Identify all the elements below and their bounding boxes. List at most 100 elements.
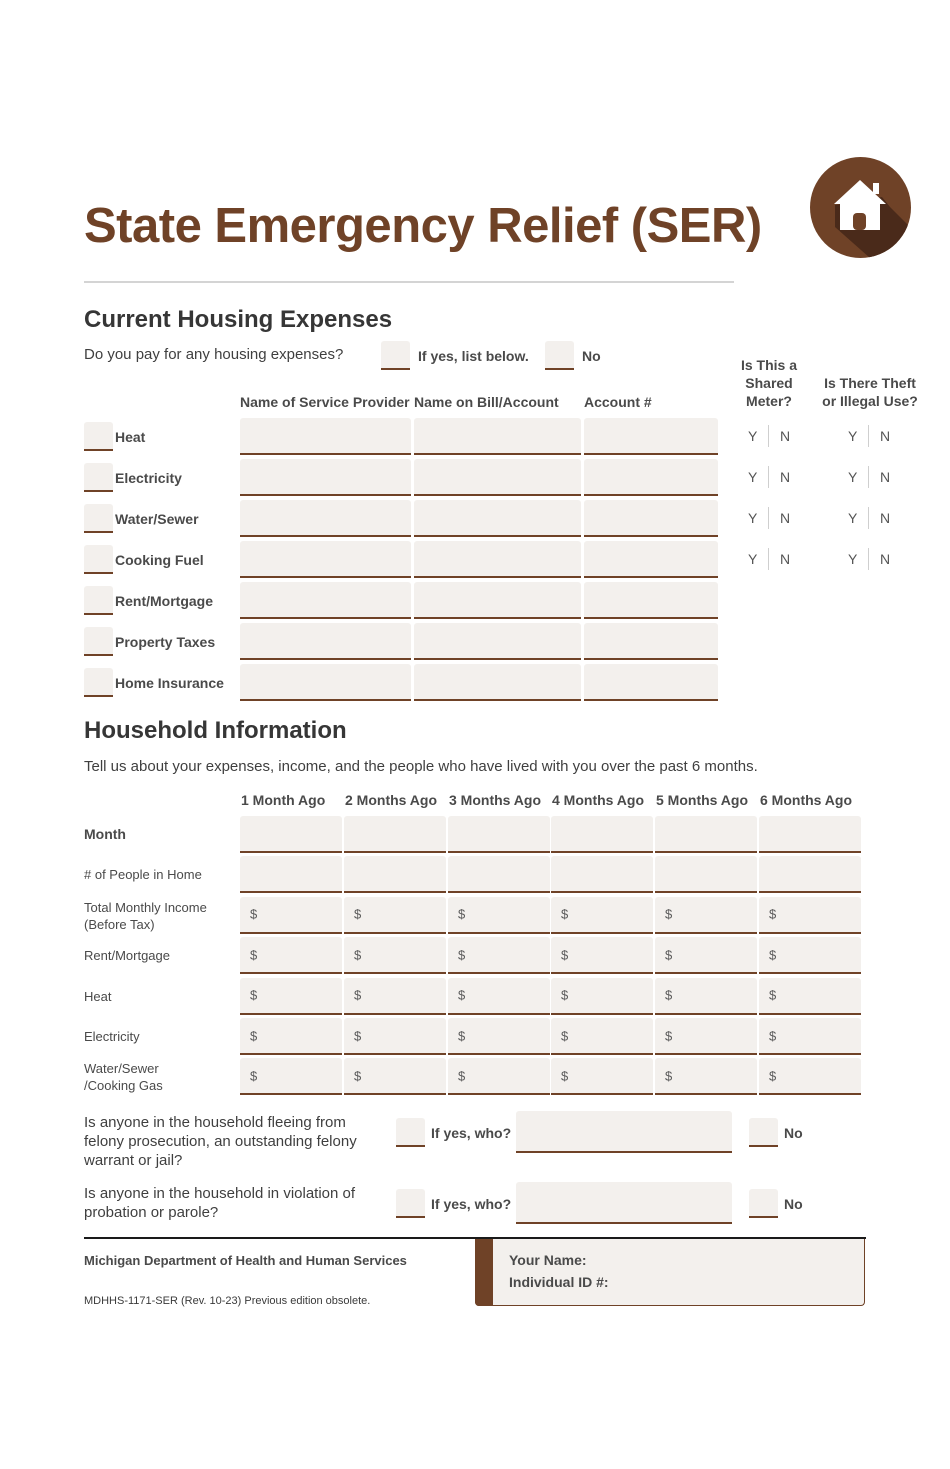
household-value-input[interactable]: $ bbox=[655, 896, 757, 934]
shared-meter-no-option[interactable]: N bbox=[780, 510, 790, 526]
question-no-checkbox[interactable] bbox=[749, 1118, 778, 1147]
name-on-bill-input[interactable] bbox=[414, 623, 581, 660]
household-value-input[interactable]: $ bbox=[448, 896, 550, 934]
household-value-input[interactable]: $ bbox=[551, 896, 653, 934]
account-number-input[interactable] bbox=[584, 500, 718, 537]
name-on-bill-input[interactable] bbox=[414, 459, 581, 496]
household-value-input[interactable]: $ bbox=[344, 1018, 446, 1055]
expense-checkbox[interactable] bbox=[84, 422, 113, 451]
household-value-input[interactable]: $ bbox=[344, 1058, 446, 1096]
service-provider-input[interactable] bbox=[240, 418, 411, 455]
service-provider-input[interactable] bbox=[240, 582, 411, 619]
who-input[interactable] bbox=[516, 1111, 732, 1153]
household-value-input[interactable]: $ bbox=[240, 896, 342, 934]
theft-no-option[interactable]: N bbox=[880, 428, 890, 444]
household-value-input[interactable]: $ bbox=[551, 937, 653, 975]
shared-meter-yes-option[interactable]: Y bbox=[748, 551, 757, 567]
household-value-input[interactable]: $ bbox=[759, 896, 861, 934]
household-value-input[interactable]: $ bbox=[655, 937, 757, 975]
question-no-checkbox[interactable] bbox=[749, 1189, 778, 1218]
household-value-input[interactable]: $ bbox=[344, 937, 446, 975]
household-value-input[interactable]: $ bbox=[551, 1058, 653, 1096]
account-number-input[interactable] bbox=[584, 418, 718, 455]
service-provider-input[interactable] bbox=[240, 459, 411, 496]
question-yes-checkbox[interactable] bbox=[396, 1118, 425, 1147]
service-provider-input[interactable] bbox=[240, 500, 411, 537]
shared-meter-yes-option[interactable]: Y bbox=[748, 428, 757, 444]
household-value-input[interactable]: $ bbox=[448, 1018, 550, 1055]
theft-yes-option[interactable]: Y bbox=[848, 428, 857, 444]
account-number-input[interactable] bbox=[584, 541, 718, 578]
dollar-sign: $ bbox=[250, 1028, 258, 1043]
name-on-bill-input[interactable] bbox=[414, 582, 581, 619]
service-provider-input[interactable] bbox=[240, 664, 411, 701]
housing-yes-checkbox[interactable] bbox=[381, 341, 410, 370]
household-value-input[interactable] bbox=[448, 816, 550, 853]
household-value-input[interactable]: $ bbox=[448, 1058, 550, 1096]
theft-no-option[interactable]: N bbox=[880, 510, 890, 526]
shared-meter-yes-option[interactable]: Y bbox=[748, 510, 757, 526]
account-number-input[interactable] bbox=[584, 623, 718, 660]
household-value-input[interactable] bbox=[551, 856, 653, 894]
expense-checkbox[interactable] bbox=[84, 504, 113, 533]
household-value-input[interactable]: $ bbox=[240, 977, 342, 1015]
name-on-bill-input[interactable] bbox=[414, 664, 581, 701]
name-on-bill-input[interactable] bbox=[414, 500, 581, 537]
household-value-input[interactable]: $ bbox=[759, 1058, 861, 1096]
who-input[interactable] bbox=[516, 1182, 732, 1224]
household-value-input[interactable]: $ bbox=[655, 1058, 757, 1096]
expense-checkbox[interactable] bbox=[84, 545, 113, 574]
household-value-input[interactable] bbox=[551, 816, 653, 853]
shared-meter-no-option[interactable]: N bbox=[780, 469, 790, 485]
household-value-input[interactable]: $ bbox=[448, 937, 550, 975]
household-value-input[interactable] bbox=[655, 816, 757, 853]
theft-no-option[interactable]: N bbox=[880, 551, 890, 567]
expense-checkbox[interactable] bbox=[84, 668, 113, 697]
housing-no-checkbox[interactable] bbox=[545, 341, 574, 370]
dollar-sign: $ bbox=[665, 947, 673, 963]
shared-meter-yes-option[interactable]: Y bbox=[748, 469, 757, 485]
household-value-input[interactable]: $ bbox=[344, 896, 446, 934]
theft-yes-option[interactable]: Y bbox=[848, 469, 857, 485]
page-title: State Emergency Relief (SER) bbox=[84, 199, 762, 253]
household-value-input[interactable]: $ bbox=[344, 977, 446, 1015]
account-number-input[interactable] bbox=[584, 459, 718, 496]
household-value-input[interactable] bbox=[448, 856, 550, 894]
household-value-input[interactable]: $ bbox=[240, 1058, 342, 1096]
name-on-bill-input[interactable] bbox=[414, 418, 581, 455]
account-number-input[interactable] bbox=[584, 582, 718, 619]
household-value-input[interactable]: $ bbox=[240, 937, 342, 975]
household-value-input[interactable]: $ bbox=[551, 977, 653, 1015]
household-value-input[interactable] bbox=[240, 816, 342, 853]
theft-yes-option[interactable]: Y bbox=[848, 551, 857, 567]
question-text: Is anyone in the household fleeing from f… bbox=[84, 1113, 357, 1170]
account-number-input[interactable] bbox=[584, 664, 718, 701]
household-value-input[interactable] bbox=[759, 816, 861, 853]
household-value-input[interactable]: $ bbox=[655, 1018, 757, 1055]
household-value-input[interactable] bbox=[655, 856, 757, 894]
household-value-input[interactable]: $ bbox=[240, 1018, 342, 1055]
theft-yes-option[interactable]: Y bbox=[848, 510, 857, 526]
service-provider-input[interactable] bbox=[240, 541, 411, 578]
household-value-input[interactable]: $ bbox=[655, 977, 757, 1015]
household-value-input[interactable]: $ bbox=[551, 1018, 653, 1055]
household-value-input[interactable]: $ bbox=[759, 977, 861, 1015]
dollar-sign: $ bbox=[665, 906, 673, 922]
question-yes-checkbox[interactable] bbox=[396, 1189, 425, 1218]
household-value-input[interactable] bbox=[759, 856, 861, 894]
household-row-label: # of People in Home bbox=[84, 866, 202, 883]
theft-no-option[interactable]: N bbox=[880, 469, 890, 485]
shared-meter-no-option[interactable]: N bbox=[780, 428, 790, 444]
service-provider-input[interactable] bbox=[240, 623, 411, 660]
household-value-input[interactable] bbox=[240, 856, 342, 894]
household-value-input[interactable] bbox=[344, 856, 446, 894]
household-value-input[interactable] bbox=[344, 816, 446, 853]
household-value-input[interactable]: $ bbox=[759, 1018, 861, 1055]
household-value-input[interactable]: $ bbox=[759, 937, 861, 975]
expense-checkbox[interactable] bbox=[84, 463, 113, 492]
expense-checkbox[interactable] bbox=[84, 586, 113, 615]
household-value-input[interactable]: $ bbox=[448, 977, 550, 1015]
name-on-bill-input[interactable] bbox=[414, 541, 581, 578]
shared-meter-no-option[interactable]: N bbox=[780, 551, 790, 567]
expense-checkbox[interactable] bbox=[84, 627, 113, 656]
